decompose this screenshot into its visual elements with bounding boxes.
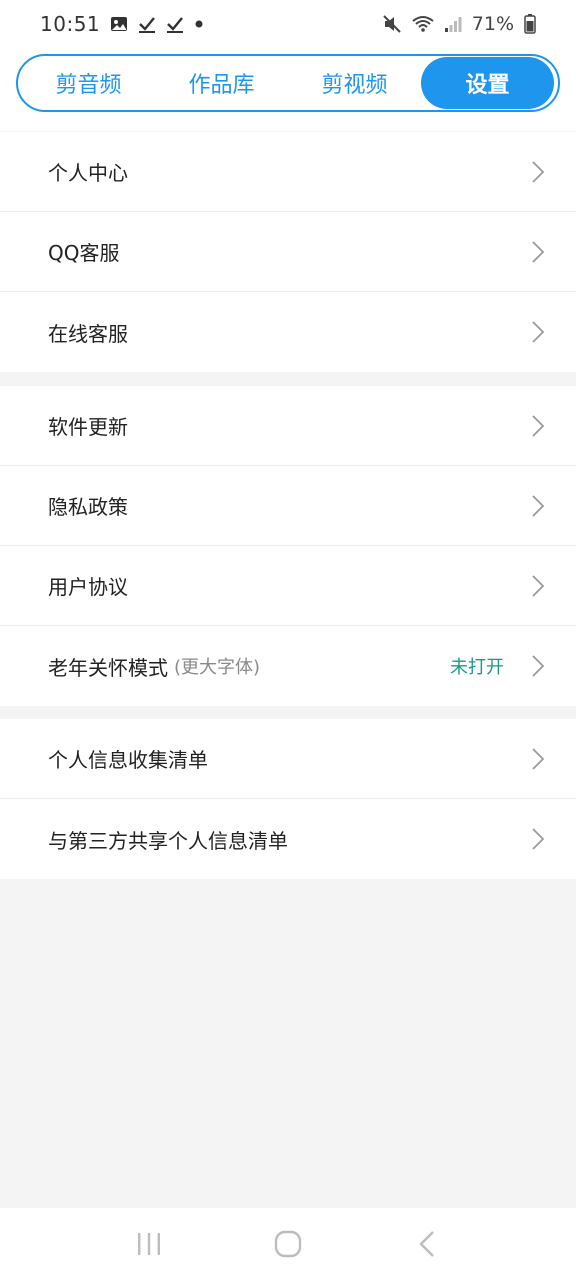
check-icon <box>138 15 156 33</box>
status-left: 10:51 <box>40 12 204 36</box>
status-right: 71% <box>382 13 536 35</box>
back-icon[interactable] <box>397 1220 457 1268</box>
chevron-right-icon <box>528 825 548 853</box>
row-label: 隐私政策 <box>48 495 128 519</box>
row-user-agreement[interactable]: 用户协议 <box>0 546 576 626</box>
status-time: 10:51 <box>40 12 101 36</box>
tab-video-edit[interactable]: 剪视频 <box>288 57 421 109</box>
chevron-right-icon <box>528 238 548 266</box>
chevron-right-icon <box>528 572 548 600</box>
chevron-right-icon <box>528 158 548 186</box>
chevron-right-icon <box>528 492 548 520</box>
chevron-right-icon <box>528 412 548 440</box>
row-label: 个人中心 <box>48 161 128 185</box>
mute-icon <box>382 14 402 34</box>
row-label: 老年关怀模式 <box>48 655 168 680</box>
row-label: 用户协议 <box>48 575 128 599</box>
dot-icon <box>194 19 204 29</box>
settings-section-account: 个人中心 QQ客服 在线客服 <box>0 132 576 372</box>
chevron-right-icon <box>528 652 548 680</box>
tab-settings[interactable]: 设置 <box>421 57 554 109</box>
wifi-icon <box>412 15 434 33</box>
chevron-right-icon <box>528 318 548 346</box>
image-icon <box>110 15 128 33</box>
row-privacy-policy[interactable]: 隐私政策 <box>0 466 576 546</box>
settings-section-app: 软件更新 隐私政策 用户协议 老年关怀模式 (更大字体) 未打开 <box>0 386 576 706</box>
row-label: 在线客服 <box>48 321 128 346</box>
recent-apps-icon[interactable] <box>119 1220 179 1268</box>
row-label: 软件更新 <box>48 415 128 439</box>
tab-audio-edit[interactable]: 剪音频 <box>22 57 155 109</box>
row-label: 个人信息收集清单 <box>48 748 208 772</box>
battery-percent: 71% <box>471 13 514 35</box>
settings-screen: 10:51 71% 剪音频 作品库 剪视频 设置 个人中心 QQ客服 在线客服 … <box>0 0 576 1280</box>
row-software-update[interactable]: 软件更新 <box>0 386 576 466</box>
row-sublabel: (更大字体) <box>174 657 261 678</box>
chevron-right-icon <box>528 745 548 773</box>
row-elderly-mode[interactable]: 老年关怀模式 (更大字体) 未打开 <box>0 626 576 706</box>
check-icon <box>166 15 184 33</box>
home-icon[interactable] <box>258 1220 318 1268</box>
row-online-service[interactable]: 在线客服 <box>0 292 576 372</box>
row-label: QQ客服 <box>48 241 120 265</box>
battery-icon <box>524 14 536 34</box>
system-nav-bar <box>0 1208 576 1280</box>
row-third-party-share-list[interactable]: 与第三方共享个人信息清单 <box>0 799 576 879</box>
header: 剪音频 作品库 剪视频 设置 <box>0 48 576 131</box>
row-personal-center[interactable]: 个人中心 <box>0 132 576 212</box>
elderly-mode-status: 未打开 <box>450 657 504 678</box>
tab-bar: 剪音频 作品库 剪视频 设置 <box>16 54 560 112</box>
row-label: 与第三方共享个人信息清单 <box>48 828 288 853</box>
settings-section-info: 个人信息收集清单 与第三方共享个人信息清单 <box>0 719 576 879</box>
signal-icon <box>444 15 462 33</box>
status-bar: 10:51 71% <box>0 0 576 48</box>
row-qq-service[interactable]: QQ客服 <box>0 212 576 292</box>
row-personal-info-list[interactable]: 个人信息收集清单 <box>0 719 576 799</box>
tab-works-library[interactable]: 作品库 <box>155 57 288 109</box>
